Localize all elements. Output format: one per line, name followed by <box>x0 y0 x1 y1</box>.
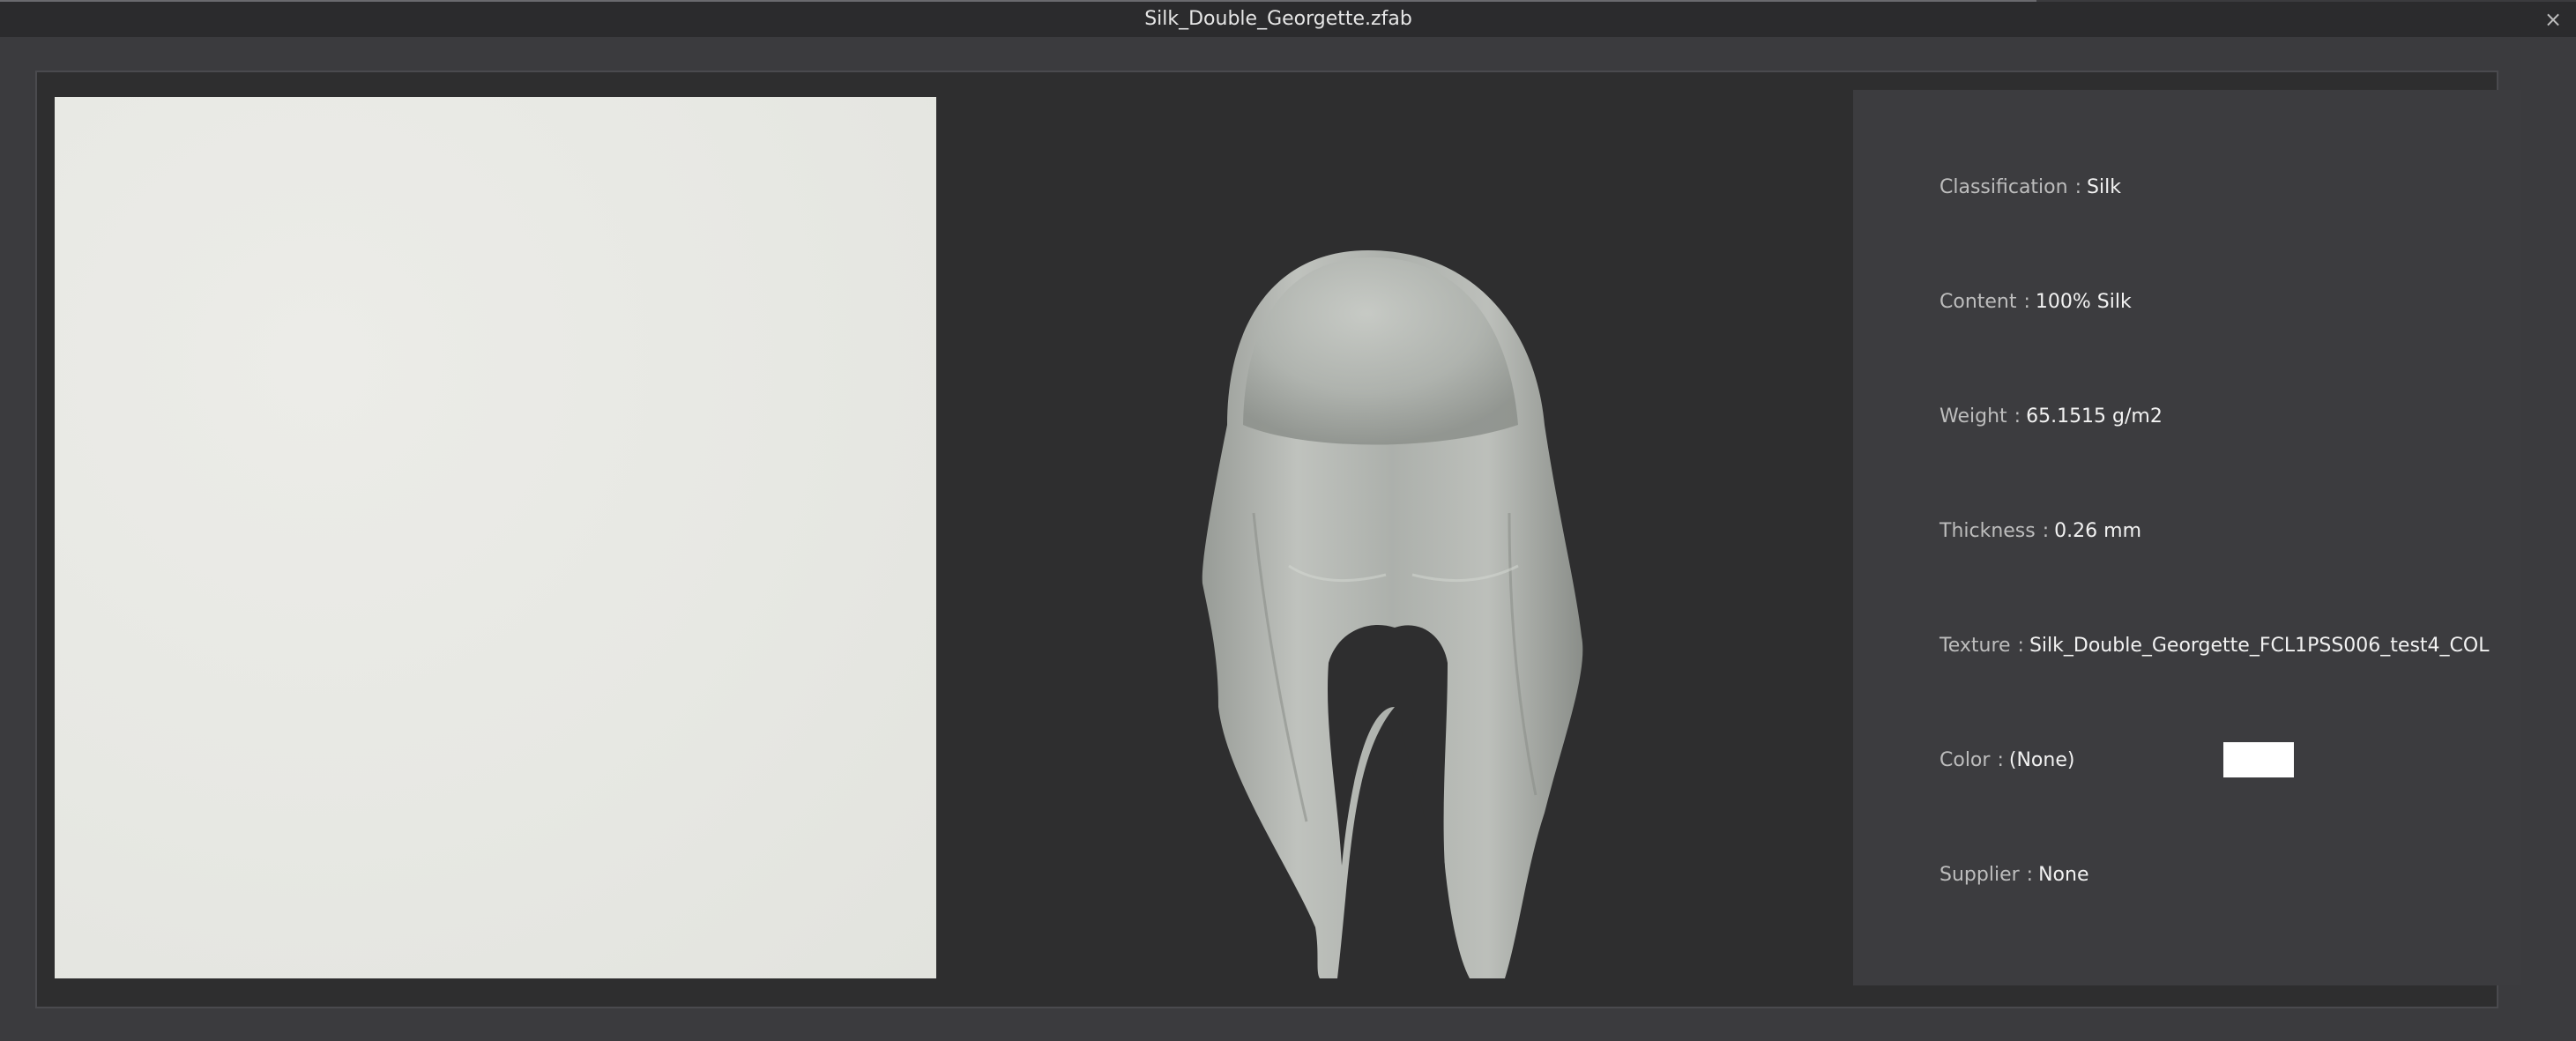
thickness-row: Thickness:0.26 mm <box>1939 520 2141 542</box>
content-value: 100% Silk <box>2035 291 2132 313</box>
classification-row: Classification: Silk <box>1939 176 2121 198</box>
close-icon[interactable]: × <box>2541 7 2565 32</box>
separator: : <box>1997 749 2004 771</box>
separator: : <box>2042 520 2050 542</box>
classification-label: Classification <box>1939 176 2068 198</box>
weight-value: 65.1515 g/m2 <box>2026 405 2163 428</box>
texture-row: Texture: Silk_Double_Georgette_FCL1PSS006… <box>1939 635 2489 657</box>
texture-value: Silk_Double_Georgette_FCL1PSS006_test4_C… <box>2029 635 2490 657</box>
fabric-drape-3d-preview[interactable] <box>1130 249 1624 978</box>
content-row: Content:100% Silk <box>1939 291 2132 313</box>
supplier-row: Supplier: None <box>1939 864 2088 886</box>
content-label: Content <box>1939 291 2017 313</box>
separator: : <box>2014 405 2021 428</box>
fabric-info-panel: Classification: Silk Content:100% Silk We… <box>1853 90 2521 985</box>
supplier-label: Supplier <box>1939 864 2020 886</box>
color-value: (None) <box>2008 749 2075 771</box>
color-row: Color: (None) <box>1939 742 2294 777</box>
classification-value: Silk <box>2087 176 2121 198</box>
preview-frame: Classification: Silk Content:100% Silk We… <box>35 71 2521 1008</box>
color-swatch[interactable] <box>2223 742 2294 777</box>
fabric-texture-swatch <box>55 97 936 978</box>
separator: : <box>2074 176 2081 198</box>
separator: : <box>2017 635 2024 657</box>
separator: : <box>2023 291 2030 313</box>
thickness-label: Thickness <box>1939 520 2036 542</box>
texture-label: Texture <box>1939 635 2011 657</box>
color-label: Color <box>1939 749 1991 771</box>
weight-row: Weight:65.1515 g/m2 <box>1939 405 2163 428</box>
title-bar: Silk_Double_Georgette.zfab × <box>0 2 2576 37</box>
weight-label: Weight <box>1939 405 2007 428</box>
separator: : <box>2026 864 2034 886</box>
thickness-value: 0.26 mm <box>2054 520 2141 542</box>
window-title: Silk_Double_Georgette.zfab <box>1144 8 1412 30</box>
supplier-value: None <box>2038 864 2089 886</box>
fabric-preview-window: Silk_Double_Georgette.zfab × Classificat… <box>0 0 2576 1041</box>
